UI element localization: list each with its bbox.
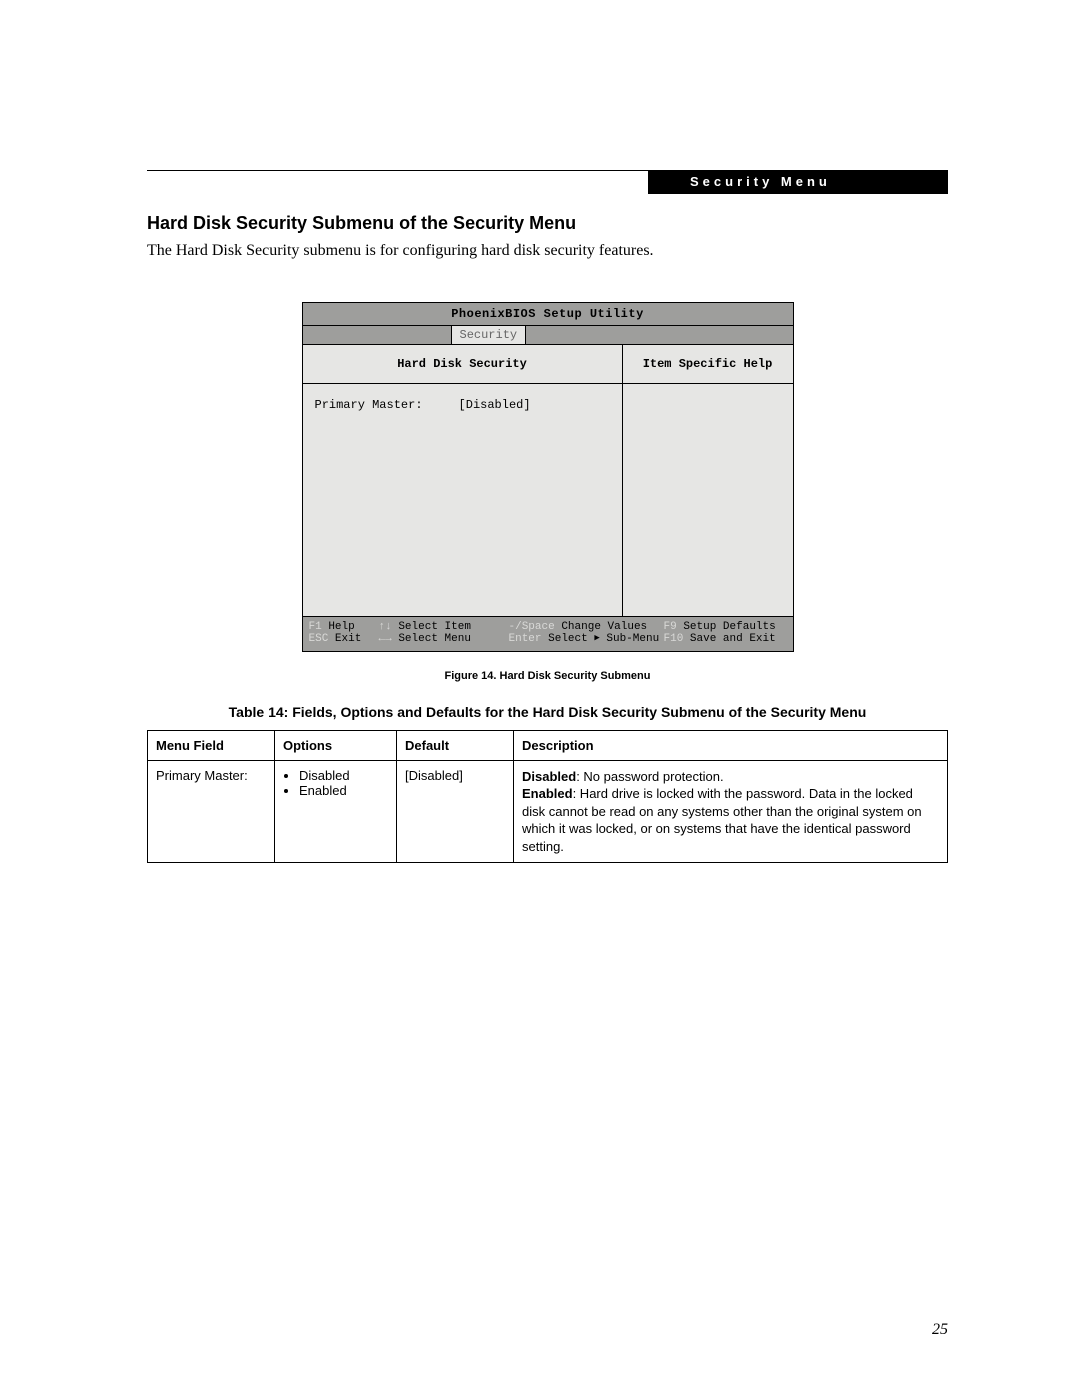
table-caption: Table 14: Fields, Options and Defaults f…: [147, 704, 948, 720]
figure-caption: Figure 14. Hard Disk Security Submenu: [147, 670, 948, 682]
bios-tab-security: Security: [451, 326, 527, 344]
bios-title: PhoenixBIOS Setup Utility: [303, 303, 793, 326]
key-leftright-icon: ←→: [379, 633, 392, 645]
bios-right-pane: Item Specific Help: [623, 345, 793, 616]
section-tab: Security Menu: [648, 170, 948, 194]
page-title: Hard Disk Security Submenu of the Securi…: [147, 213, 948, 234]
key-f9: F9: [664, 621, 677, 633]
key-f1: F1: [309, 621, 322, 633]
key-minus-space: -/Space: [509, 621, 555, 633]
bios-left-pane: Hard Disk Security Primary Master: [Disa…: [303, 345, 623, 616]
desc-enabled-text: : Hard drive is locked with the password…: [522, 786, 922, 854]
action-select-submenu: Select ▶ Sub-Menu: [548, 633, 659, 645]
bios-field-row: Primary Master: [Disabled]: [315, 398, 531, 412]
bios-footer: F1 Help ↑↓ Select Item -/Space Change Va…: [303, 616, 793, 651]
key-updown-icon: ↑↓: [379, 621, 392, 633]
bios-right-body: [623, 384, 793, 616]
list-item: Enabled: [299, 783, 388, 798]
desc-disabled-label: Disabled: [522, 769, 576, 784]
th-options: Options: [275, 730, 397, 760]
desc-disabled-text: : No password protection.: [576, 769, 723, 784]
bios-field-label: Primary Master:: [315, 398, 423, 412]
cell-default: [Disabled]: [397, 760, 514, 863]
action-save-exit: Save and Exit: [690, 633, 776, 645]
bios-screenshot: PhoenixBIOS Setup Utility Security Hard …: [302, 302, 794, 652]
bios-footer-row-2: ESC Exit ←→ Select Menu Enter Select ▶ S…: [309, 633, 787, 645]
th-description: Description: [514, 730, 948, 760]
bios-main: Hard Disk Security Primary Master: [Disa…: [303, 345, 793, 616]
th-default: Default: [397, 730, 514, 760]
bios-tab-bar: Security: [303, 326, 793, 345]
triangle-right-icon: ▶: [594, 633, 599, 643]
key-enter: Enter: [509, 633, 542, 645]
fields-table: Menu Field Options Default Description P…: [147, 730, 948, 864]
table-row: Primary Master: Disabled Enabled [Disabl…: [148, 760, 948, 863]
cell-description: Disabled: No password protection. Enable…: [514, 760, 948, 863]
th-menu-field: Menu Field: [148, 730, 275, 760]
bios-footer-row-1: F1 Help ↑↓ Select Item -/Space Change Va…: [309, 621, 787, 633]
bios-right-heading: Item Specific Help: [623, 345, 793, 384]
cell-options: Disabled Enabled: [275, 760, 397, 863]
page-number: 25: [932, 1321, 948, 1339]
intro-text: The Hard Disk Security submenu is for co…: [147, 240, 948, 262]
bios-left-body: Primary Master: [Disabled]: [303, 384, 622, 616]
cell-menu-field: Primary Master:: [148, 760, 275, 863]
bios-field-value: [Disabled]: [459, 398, 531, 412]
action-select-menu: Select Menu: [398, 633, 471, 645]
key-esc: ESC: [309, 633, 329, 645]
key-f10: F10: [664, 633, 684, 645]
action-setup-defaults: Setup Defaults: [683, 621, 775, 633]
action-select-item: Select Item: [398, 621, 471, 633]
document-page: Security Menu Hard Disk Security Submenu…: [0, 0, 1080, 1397]
options-list: Disabled Enabled: [283, 768, 388, 798]
list-item: Disabled: [299, 768, 388, 783]
desc-enabled-label: Enabled: [522, 786, 573, 801]
action-help: Help: [328, 621, 354, 633]
action-exit: Exit: [335, 633, 361, 645]
bios-left-heading: Hard Disk Security: [303, 345, 622, 384]
action-change-values: Change Values: [561, 621, 647, 633]
table-header-row: Menu Field Options Default Description: [148, 730, 948, 760]
